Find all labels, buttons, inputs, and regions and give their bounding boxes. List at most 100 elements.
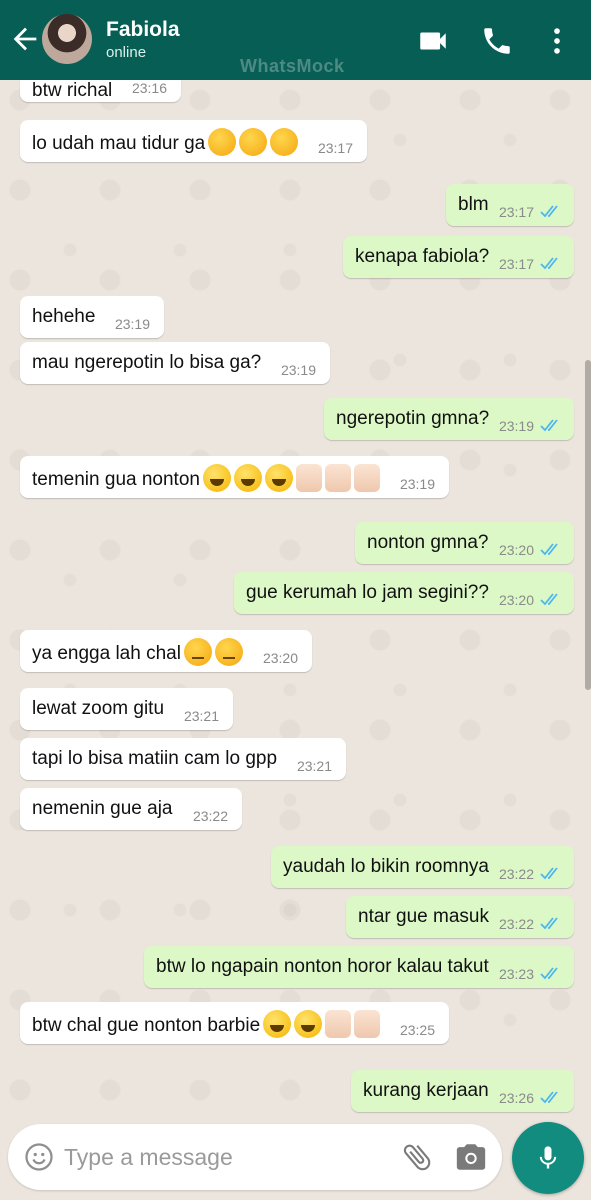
- read-receipt-icon: [540, 593, 558, 606]
- video-call-icon[interactable]: [416, 24, 450, 58]
- outgoing-message[interactable]: yaudah lo bikin roomnya 23:22: [271, 846, 574, 888]
- incoming-message[interactable]: hehehe 23:19: [20, 296, 164, 338]
- message-text-content: hehehe: [32, 306, 96, 327]
- message-text: hehehe: [32, 306, 95, 328]
- message-text: lo udah mau tidur ga: [32, 128, 299, 158]
- message-time: 23:22: [498, 916, 534, 932]
- message-text: yaudah lo bikin roomnya: [283, 856, 489, 878]
- smile-emoji-icon: [263, 1010, 292, 1038]
- message-time: 23:20: [498, 592, 534, 608]
- message-time: 23:20: [498, 542, 534, 558]
- outgoing-message[interactable]: nonton gmna? 23:20: [355, 522, 574, 564]
- message-text-content: nonton gmna?: [367, 532, 489, 553]
- read-receipt-icon: [540, 419, 558, 432]
- incoming-message[interactable]: nemenin gue aja 23:22: [20, 788, 242, 830]
- contact-name[interactable]: Fabiola: [106, 18, 180, 42]
- message-text-content: kenapa fabiola?: [355, 246, 490, 267]
- phone-icon[interactable]: [480, 24, 514, 58]
- message-time: 23:25: [399, 1022, 435, 1038]
- message-text: gue kerumah lo jam segini??: [246, 582, 489, 604]
- thumb-emoji-icon: [324, 464, 351, 492]
- message-text: ntar gue masuk: [358, 906, 489, 928]
- message-time: 23:16: [131, 80, 167, 96]
- message-time: 23:17: [498, 256, 534, 272]
- emoji-icon[interactable]: [24, 1142, 54, 1172]
- outgoing-message[interactable]: gue kerumah lo jam segini?? 23:20: [234, 572, 574, 614]
- smile-emoji-icon: [294, 1010, 323, 1038]
- mic-button[interactable]: [512, 1122, 584, 1194]
- message-text: btw richal: [32, 80, 112, 102]
- message-text: lewat zoom gitu: [32, 698, 164, 720]
- outgoing-message[interactable]: blm 23:17: [446, 184, 574, 226]
- message-text: ngerepotin gmna?: [336, 408, 489, 430]
- message-time: 23:21: [296, 758, 332, 774]
- message-text: kenapa fabiola?: [355, 246, 489, 268]
- watermark: WhatsMock: [240, 56, 345, 76]
- read-receipt-icon: [540, 1091, 558, 1104]
- message-text: kurang kerjaan: [363, 1080, 489, 1102]
- message-text: nemenin gue aja: [32, 798, 173, 820]
- message-text-content: gue kerumah lo jam segini??: [246, 582, 489, 603]
- outgoing-message[interactable]: ntar gue masuk 23:22: [346, 896, 574, 938]
- message-time: 23:19: [399, 476, 435, 492]
- smile-emoji-icon: [264, 464, 293, 492]
- incoming-message[interactable]: tapi lo bisa matiin cam lo gpp 23:21: [20, 738, 346, 780]
- more-vert-icon[interactable]: [540, 24, 574, 58]
- incoming-message[interactable]: temenin gua nonton 23:19: [20, 456, 449, 498]
- message-text: ya engga lah chal: [32, 638, 243, 668]
- message-text: tapi lo bisa matiin cam lo gpp: [32, 748, 277, 770]
- incoming-message[interactable]: mau ngerepotin lo bisa ga? 23:19: [20, 342, 330, 384]
- incoming-message[interactable]: btw richal 23:16: [20, 80, 181, 102]
- think-emoji-icon: [270, 128, 299, 156]
- thumb-emoji-icon: [295, 464, 322, 492]
- message-text-content: btw chal gue nonton barbie: [32, 1015, 261, 1037]
- scrollbar[interactable]: [585, 360, 591, 690]
- incoming-message[interactable]: lewat zoom gitu 23:21: [20, 688, 233, 730]
- outgoing-message[interactable]: kenapa fabiola? 23:17: [343, 236, 574, 278]
- mic-icon: [539, 1146, 557, 1169]
- message-time: 23:21: [183, 708, 219, 724]
- message-text-content: kurang kerjaan: [363, 1080, 489, 1101]
- incoming-message[interactable]: lo udah mau tidur ga 23:17: [20, 120, 367, 162]
- read-receipt-icon: [540, 867, 558, 880]
- message-text: nonton gmna?: [367, 532, 489, 554]
- pensive-emoji-icon: [214, 638, 243, 666]
- read-receipt-icon: [540, 205, 558, 218]
- back-arrow-icon[interactable]: [8, 22, 42, 56]
- thumb-emoji-icon: [353, 464, 380, 492]
- message-text-content: ya engga lah chal: [32, 643, 181, 665]
- message-time: 23:17: [317, 140, 353, 156]
- contact-avatar[interactable]: [42, 14, 92, 64]
- message-text: mau ngerepotin lo bisa ga?: [32, 352, 261, 374]
- message-text-content: temenin gua nonton: [32, 469, 200, 491]
- read-receipt-icon: [540, 967, 558, 980]
- think-emoji-icon: [239, 128, 268, 156]
- incoming-message[interactable]: ya engga lah chal 23:20: [20, 630, 312, 672]
- message-text-content: lo udah mau tidur ga: [32, 133, 206, 155]
- message-text-content: blm: [458, 194, 489, 215]
- outgoing-message[interactable]: kurang kerjaan 23:26: [351, 1070, 574, 1112]
- message-text: temenin gua nonton: [32, 464, 380, 494]
- message-text-content: tapi lo bisa matiin cam lo gpp: [32, 748, 278, 769]
- outgoing-message[interactable]: btw lo ngapain nonton horor kalau takut 2…: [144, 946, 574, 988]
- message-text-content: ntar gue masuk: [358, 906, 489, 927]
- smile-emoji-icon: [233, 464, 262, 492]
- chat-area[interactable]: btw richal 23:16 lo udah mau tidur ga 23:17…: [0, 80, 591, 1120]
- message-text-content: btw lo ngapain nonton horor kalau takut: [156, 956, 489, 977]
- outgoing-message[interactable]: ngerepotin gmna? 23:19: [324, 398, 574, 440]
- thumb-emoji-icon: [325, 1010, 352, 1038]
- message-text-content: nemenin gue aja: [32, 798, 173, 819]
- message-text-content: ngerepotin gmna?: [336, 408, 490, 429]
- message-time: 23:19: [498, 418, 534, 434]
- message-input-bar[interactable]: Type a message: [8, 1124, 502, 1190]
- camera-icon[interactable]: [454, 1140, 488, 1174]
- message-text-content: btw richal: [32, 80, 113, 101]
- incoming-message[interactable]: btw chal gue nonton barbie 23:25: [20, 1002, 449, 1044]
- pensive-emoji-icon: [183, 638, 212, 666]
- message-time: 23:19: [280, 362, 316, 378]
- message-time: 23:23: [498, 966, 534, 982]
- message-time: 23:26: [498, 1090, 534, 1106]
- attach-icon[interactable]: [400, 1140, 434, 1174]
- message-input[interactable]: Type a message: [64, 1144, 233, 1171]
- message-text: btw chal gue nonton barbie: [32, 1010, 381, 1040]
